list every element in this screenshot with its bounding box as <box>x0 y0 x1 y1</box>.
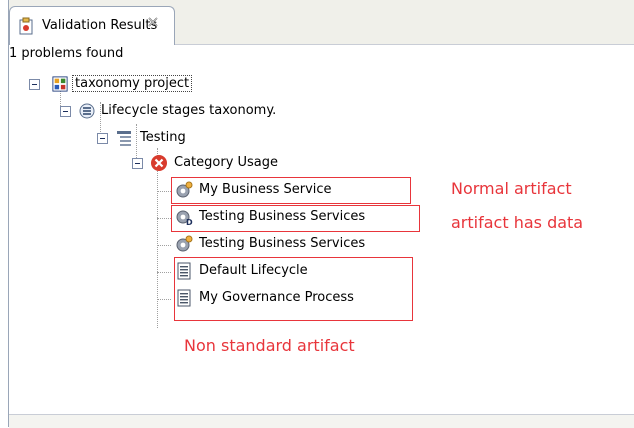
tree-node-stage[interactable]: Testing <box>9 128 409 150</box>
service-gear-icon <box>176 235 193 252</box>
collapse-toggle[interactable] <box>60 106 71 117</box>
view-tab-bar: Validation Results <box>9 0 634 45</box>
collapse-toggle[interactable] <box>132 158 143 169</box>
tree-label: Testing <box>140 130 186 145</box>
tree-node-project[interactable]: taxonomy project <box>9 74 409 96</box>
tree-label: Category Usage <box>174 155 279 170</box>
tab-validation-results[interactable]: Validation Results <box>9 6 175 45</box>
collapse-toggle[interactable] <box>29 79 40 90</box>
validation-results-view: Validation Results 1 problems found taxo… <box>8 0 634 428</box>
taxonomy-project-icon <box>52 76 68 92</box>
view-bottom-edge <box>9 414 634 428</box>
annotation-normal: Normal artifact <box>451 179 572 198</box>
annotation-box-normal <box>171 177 411 204</box>
taxonomy-icon <box>79 103 95 119</box>
tree-node-category[interactable]: Category Usage <box>9 153 409 175</box>
tree-label: Testing Business Services <box>199 236 366 251</box>
tree-node-taxonomy[interactable]: Lifecycle stages taxonomy. <box>9 101 409 123</box>
annotation-non-standard: Non standard artifact <box>184 336 355 355</box>
validation-report-icon <box>19 17 33 35</box>
tree-label: taxonomy project <box>71 75 193 92</box>
annotation-box-has-data <box>171 205 420 232</box>
close-icon[interactable] <box>146 15 160 29</box>
annotation-box-non-standard <box>174 257 413 321</box>
collapse-toggle[interactable] <box>97 133 108 144</box>
tab-label: Validation Results <box>42 18 158 33</box>
problems-count: 1 problems found <box>9 46 124 61</box>
error-icon <box>151 155 167 171</box>
annotation-has-data: artifact has data <box>451 213 584 232</box>
tree-node-artifact[interactable]: Testing Business Services <box>9 234 409 256</box>
results-tree: taxonomy project Lifecycle stages taxono… <box>9 64 634 414</box>
tree-label: Lifecycle stages taxonomy. <box>101 103 277 118</box>
list-icon <box>117 131 131 146</box>
